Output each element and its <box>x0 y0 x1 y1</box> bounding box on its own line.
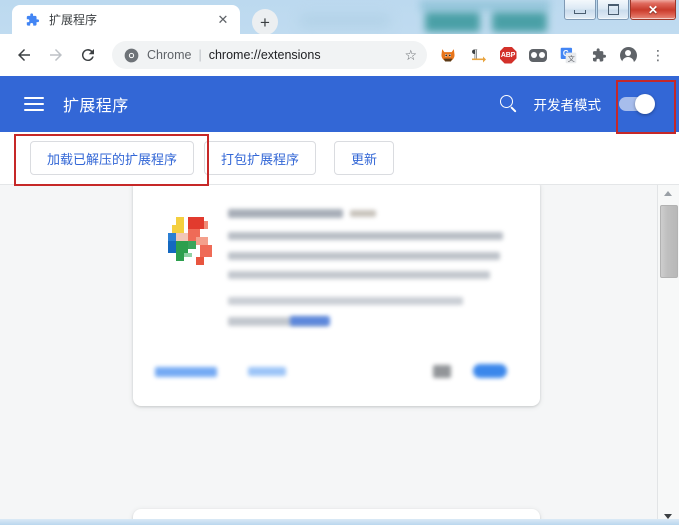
update-label: 更新 <box>351 151 378 167</box>
arrow-right-icon <box>50 49 62 61</box>
dark-reader-icon[interactable] <box>525 42 551 68</box>
load-unpacked-button[interactable]: 加载已解压的扩展程序 <box>30 141 195 175</box>
blurred-link <box>290 316 330 326</box>
developer-mode-toggle[interactable] <box>619 94 655 114</box>
google-translate-icon[interactable]: G 文 <box>555 42 581 68</box>
blurred-text-line <box>228 252 500 260</box>
extension-card-blurred[interactable] <box>133 185 540 406</box>
omnibox-url: chrome://extensions <box>208 48 321 62</box>
extension-icon-strip: ¶ ABP G 文 <box>433 42 679 68</box>
blurred-footer-link <box>155 367 217 377</box>
chrome-logo-icon <box>124 48 139 63</box>
tab-strip: 扩展程序 ✕ + <box>0 0 679 35</box>
toggle-knob <box>635 94 655 114</box>
close-icon[interactable]: ✕ <box>214 11 232 29</box>
plus-icon: + <box>260 12 270 32</box>
blurred-text-line <box>228 232 503 240</box>
address-bar[interactable]: Chrome | chrome://extensions ☆ <box>112 41 427 69</box>
extensions-puzzle-icon[interactable] <box>585 42 611 68</box>
blurred-footer-link <box>248 367 286 376</box>
browser-window: ✕ 扩展程序 ✕ + Chrome | chrome://extensions … <box>0 0 679 525</box>
pack-extension-label: 打包扩展程序 <box>221 151 300 167</box>
tab-extensions[interactable]: 扩展程序 ✕ <box>12 5 240 34</box>
scroll-up-button[interactable] <box>658 185 678 202</box>
tab-title: 扩展程序 <box>49 13 98 27</box>
blurred-footer-toggle <box>473 364 507 378</box>
page-scrollbar[interactable] <box>657 185 679 525</box>
dark-reader-glyph <box>529 48 547 62</box>
browser-toolbar: Chrome | chrome://extensions ☆ ¶ ABP 文 ⋮ <box>0 34 679 76</box>
three-dots-icon: ⋮ <box>651 47 665 63</box>
reload-button[interactable] <box>74 41 102 69</box>
pilcrow-extension-icon[interactable]: ¶ <box>465 42 491 68</box>
bookmark-star-icon[interactable]: ☆ <box>404 47 417 64</box>
blurred-text-line <box>228 209 343 218</box>
abp-badge: ABP <box>499 46 517 64</box>
page-title: 扩展程序 <box>63 98 129 115</box>
search-icon[interactable] <box>498 93 520 115</box>
window-bottom-edge <box>0 519 679 525</box>
omnibox-scheme-label: Chrome <box>147 48 192 62</box>
blurred-footer-mark <box>433 365 451 378</box>
new-tab-button[interactable]: + <box>252 9 278 35</box>
blurred-text-line <box>228 297 463 305</box>
omnibox-separator: | <box>198 48 202 62</box>
load-unpacked-label: 加载已解压的扩展程序 <box>47 151 178 167</box>
browser-menu-button[interactable]: ⋮ <box>645 42 671 68</box>
scrollbar-thumb[interactable] <box>660 205 678 278</box>
avatar-icon <box>619 46 637 66</box>
extensions-action-bar: 加载已解压的扩展程序 打包扩展程序 更新 <box>0 132 679 185</box>
puzzle-icon <box>24 12 40 28</box>
svg-text:¶: ¶ <box>472 46 478 60</box>
profile-avatar[interactable] <box>615 42 641 68</box>
developer-mode-label: 开发者模式 <box>533 98 602 113</box>
forward-button[interactable] <box>42 41 70 69</box>
hamburger-menu-icon[interactable] <box>24 97 44 111</box>
update-button[interactable]: 更新 <box>334 141 395 175</box>
cat-extension-icon[interactable] <box>435 42 461 68</box>
pixelated-extension-icon <box>168 217 212 265</box>
triangle-up-icon <box>664 191 672 196</box>
extensions-page-header: 扩展程序 开发者模式 <box>0 76 679 132</box>
blurred-text-line <box>228 271 490 279</box>
svg-text:文: 文 <box>567 54 574 63</box>
arrow-left-icon <box>18 49 30 61</box>
blurred-text-line <box>350 210 376 217</box>
extension-card-list: ABP Adblock Plus - 免费的广告拦截器3.9.4 阻止 YouT… <box>0 185 658 525</box>
pack-extension-button[interactable]: 打包扩展程序 <box>204 141 317 175</box>
reload-icon <box>81 49 94 62</box>
adblock-plus-icon[interactable]: ABP <box>495 42 521 68</box>
back-button[interactable] <box>10 41 38 69</box>
extensions-page: 扩展程序 开发者模式 加载已解压的扩展程序 打包扩展程序 更新 <box>0 76 679 525</box>
